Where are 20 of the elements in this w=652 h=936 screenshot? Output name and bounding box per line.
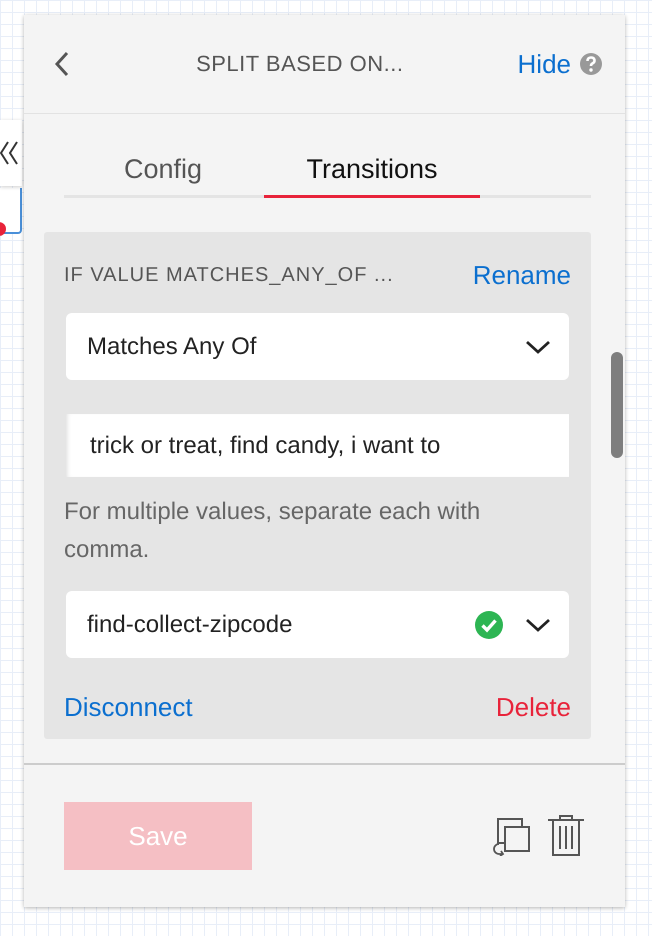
disconnect-link[interactable]: Disconnect	[64, 692, 193, 723]
chevron-down-icon	[525, 616, 551, 632]
collapse-button[interactable]	[0, 120, 22, 186]
target-select[interactable]: find-collect-zipcode	[66, 591, 569, 658]
operator-select[interactable]: Matches Any Of	[66, 313, 569, 380]
back-icon[interactable]	[54, 51, 70, 77]
hide-link[interactable]: Hide	[518, 48, 571, 80]
chevron-down-icon	[525, 338, 551, 354]
hint-text: For multiple values, separate each with comma.	[64, 497, 482, 565]
trash-icon[interactable]	[547, 815, 585, 857]
delete-link[interactable]: Delete	[496, 692, 571, 723]
values-input[interactable]: trick or treat, find candy, i want to	[66, 414, 569, 477]
help-icon[interactable]	[579, 52, 603, 76]
transition-title: IF VALUE MATCHES_ANY_OF ...	[64, 264, 394, 287]
rename-link[interactable]: Rename	[472, 260, 571, 291]
tab[interactable]: Transitions	[264, 150, 480, 198]
tab[interactable]: Config	[102, 150, 238, 198]
scrollbar[interactable]	[611, 352, 623, 458]
double-chevron-icon	[0, 140, 18, 166]
panel-title: SPLIT BASED ON...	[195, 51, 404, 77]
